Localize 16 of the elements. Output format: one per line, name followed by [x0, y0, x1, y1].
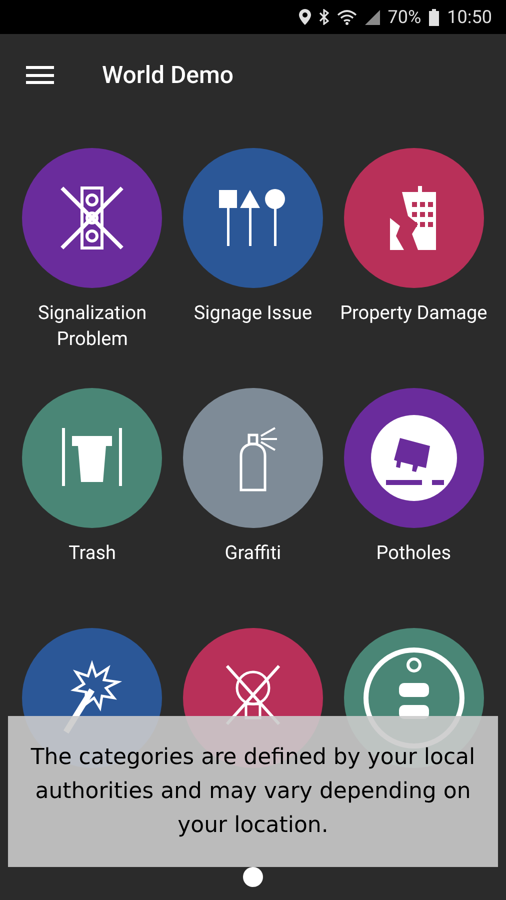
bluetooth-icon	[318, 9, 329, 25]
category-label: Graffiti	[224, 540, 282, 566]
category-label: Trash	[68, 540, 117, 566]
category-label: Potholes	[375, 540, 452, 566]
signal-icon	[364, 10, 380, 24]
category-label: Property Damage	[339, 300, 488, 326]
category-label: Signalization Problem	[37, 300, 148, 352]
battery-percent: 70%	[388, 6, 422, 30]
wifi-icon	[336, 10, 357, 24]
info-text: The categories are defined by your local authorities and may vary depending on your location.	[30, 744, 476, 840]
category-label: Signage Issue	[192, 300, 314, 326]
battery-icon	[429, 8, 440, 26]
app-title: World Demo	[102, 60, 234, 91]
menu-button[interactable]	[26, 64, 54, 86]
location-pin-icon	[298, 9, 311, 25]
clock: 10:50	[447, 6, 492, 30]
